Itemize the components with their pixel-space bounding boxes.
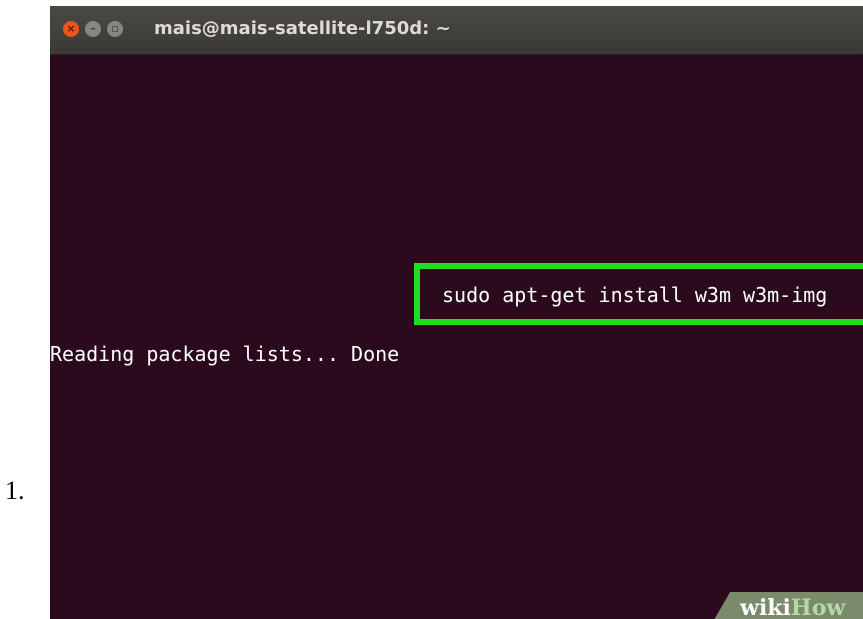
terminal-window: × – ▫ mais@mais-satellite-l750d: ~ sudo … [50, 6, 863, 619]
minimize-icon[interactable]: – [85, 21, 101, 37]
watermark-logo: wikiHow [740, 595, 845, 619]
output-line: Reading package lists... Done [50, 342, 400, 366]
command-line: sudo apt-get install w3m w3m-img [442, 283, 828, 307]
watermark-part2: How [790, 595, 846, 619]
close-icon[interactable]: × [63, 21, 79, 37]
window-title: mais@mais-satellite-l750d: ~ [154, 18, 451, 39]
watermark-part1: wiki [740, 595, 791, 619]
maximize-icon[interactable]: ▫ [107, 21, 123, 37]
list-marker: 1. [5, 476, 25, 505]
window-titlebar[interactable]: × – ▫ mais@mais-satellite-l750d: ~ [50, 6, 863, 55]
terminal-content[interactable]: sudo apt-get install w3m w3m-img Reading… [50, 55, 863, 619]
